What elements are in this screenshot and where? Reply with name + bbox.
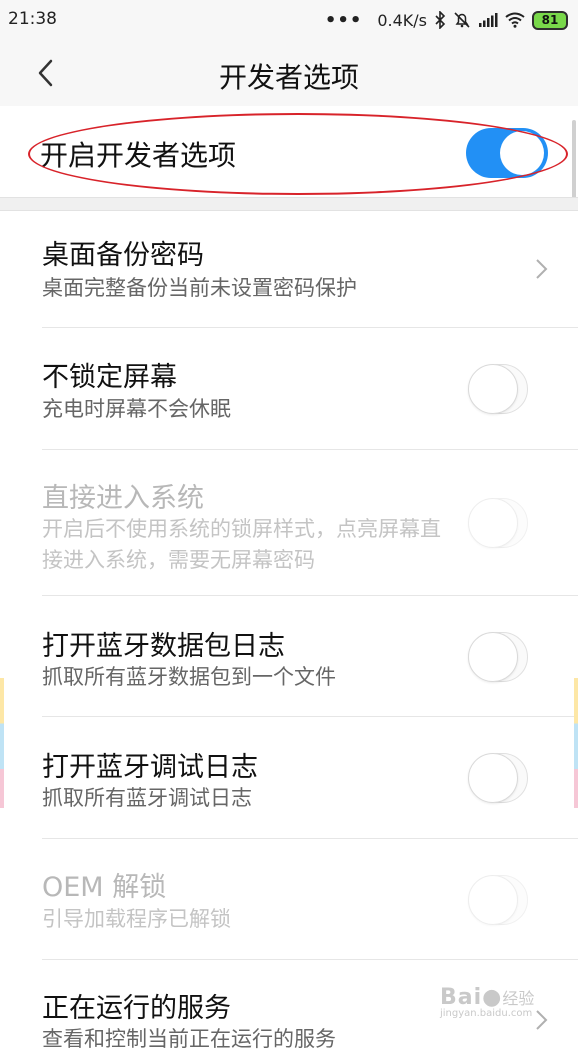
watermark-brand: Bai (440, 985, 483, 1010)
item-subtitle: 查看和控制当前正在运行的服务 (42, 1027, 336, 1051)
scrollbar[interactable] (572, 120, 576, 200)
oem-unlock-toggle[interactable] (468, 875, 528, 925)
item-title: 直接进入系统 (42, 483, 204, 514)
switch-knob (468, 875, 518, 925)
item-subtitle: 抓取所有蓝牙数据包到一个文件 (42, 665, 336, 689)
watermark-suffix: 经验 (502, 989, 535, 1008)
battery-icon: 81 (532, 10, 568, 30)
right-edge-color-strip (574, 678, 578, 808)
chevron-right-icon (536, 1010, 548, 1030)
section-divider (0, 197, 578, 211)
baidu-jingyan-watermark: Bai●经验 jingyan.baidu.com (440, 985, 534, 1019)
item-title: 正在运行的服务 (42, 993, 231, 1024)
list-item-stay-awake[interactable]: 不锁定屏幕 充电时屏幕不会休眠 (0, 328, 578, 450)
item-subtitle: 引导加载程序已解锁 (42, 907, 231, 931)
list-item-oem-unlock[interactable]: OEM 解锁 引导加载程序已解锁 (0, 839, 578, 960)
chevron-right-icon (536, 259, 548, 279)
wifi-icon (505, 12, 525, 28)
bluetooth-icon (434, 11, 446, 29)
watermark-url: jingyan.baidu.com (440, 1008, 533, 1019)
switch-knob (468, 753, 518, 803)
item-title: OEM 解锁 (42, 872, 167, 903)
switch-knob (468, 364, 518, 414)
list-item-bluetooth-debug-log[interactable]: 打开蓝牙调试日志 抓取所有蓝牙调试日志 (0, 717, 578, 839)
item-title: 打开蓝牙调试日志 (42, 752, 258, 783)
list-item-bluetooth-hci-log[interactable]: 打开蓝牙数据包日志 抓取所有蓝牙数据包到一个文件 (0, 596, 578, 717)
settings-list: 桌面备份密码 桌面完整备份当前未设置密码保护 不锁定屏幕 充电时屏幕不会休眠 直… (0, 210, 578, 1051)
left-edge-color-strip (0, 678, 4, 808)
direct-enter-system-toggle[interactable] (468, 498, 528, 548)
stay-awake-toggle[interactable] (468, 364, 528, 414)
clock: 21:38 (8, 9, 57, 29)
item-subtitle: 抓取所有蓝牙调试日志 (42, 786, 252, 810)
item-subtitle: 开启后不使用系统的锁屏样式，点亮屏幕直接进入系统，需要无屏幕密码 (42, 517, 441, 572)
annotation-ellipse (28, 113, 568, 195)
header-bar: 开发者选项 (0, 40, 578, 106)
page-title: 开发者选项 (218, 61, 359, 94)
list-item-desktop-backup-password[interactable]: 桌面备份密码 桌面完整备份当前未设置密码保护 (0, 210, 578, 328)
item-title: 不锁定屏幕 (42, 362, 177, 393)
bluetooth-hci-log-toggle[interactable] (468, 632, 528, 682)
item-subtitle: 充电时屏幕不会休眠 (42, 397, 231, 421)
network-speed: 0.4K/s (377, 10, 427, 30)
item-title: 打开蓝牙数据包日志 (42, 631, 285, 662)
more-notifications-icon: ••• (324, 9, 363, 31)
switch-knob (468, 498, 518, 548)
list-item-direct-enter-system[interactable]: 直接进入系统 开启后不使用系统的锁屏样式，点亮屏幕直接进入系统，需要无屏幕密码 (0, 450, 578, 596)
bluetooth-debug-log-toggle[interactable] (468, 753, 528, 803)
status-bar: 21:38 ••• 0.4K/s 81 (0, 0, 578, 40)
status-icons: ••• 0.4K/s 81 (325, 8, 568, 32)
item-subtitle: 桌面完整备份当前未设置密码保护 (42, 276, 357, 300)
switch-knob (468, 632, 518, 682)
item-title: 桌面备份密码 (42, 240, 204, 271)
signal-icon (478, 12, 498, 28)
mute-bell-icon (453, 11, 471, 29)
paw-icon: ● (482, 985, 503, 1010)
